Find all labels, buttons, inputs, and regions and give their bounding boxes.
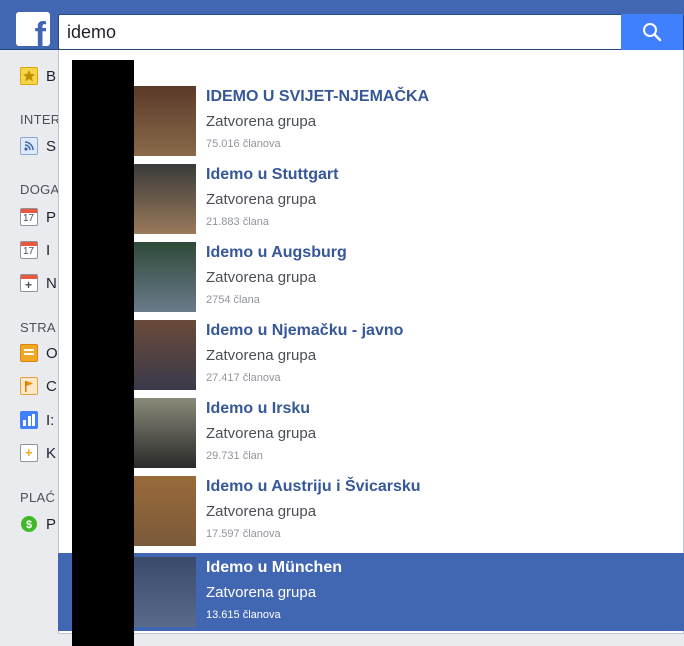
result-type: Zatvorena grupa (206, 269, 317, 286)
sidebar-section-heading: PLAĆ (20, 490, 56, 505)
result-title: Idemo u Augsburg (206, 244, 347, 261)
redaction-box (72, 60, 134, 646)
result-members: 13.615 članova (206, 609, 281, 621)
calendar-icon: 17 (20, 208, 38, 226)
group-thumbnail (134, 476, 196, 546)
list-item[interactable]: Idemo u Augsburg Zatvorena grupa 2754 čl… (58, 238, 684, 316)
result-title: Idemo u Stuttgart (206, 166, 339, 183)
result-title: IDEMO U SVIJET-NJEMAČKA (206, 88, 430, 105)
result-title: Idemo u Njemačku - javno (206, 322, 404, 339)
page-icon (20, 344, 38, 362)
list-item[interactable]: Idemo u Austriju i Švicarsku Zatvorena g… (58, 472, 684, 550)
sidebar-section-heading: STRA (20, 320, 56, 335)
result-type: Zatvorena grupa (206, 425, 317, 442)
rss-icon (20, 137, 38, 155)
result-type: Zatvorena grupa (206, 191, 317, 208)
list-item[interactable]: Idemo u Stuttgart Zatvorena grupa 21.883… (58, 160, 684, 238)
group-thumbnail (134, 557, 196, 627)
sidebar-item-events-3[interactable]: + N (20, 273, 57, 293)
search-input[interactable] (59, 15, 621, 49)
facebook-logo-icon[interactable]: f (16, 12, 50, 46)
result-members: 29.731 član (206, 450, 263, 462)
svg-text:$: $ (26, 519, 32, 531)
top-bar: f (0, 0, 684, 50)
sidebar-item-feeds[interactable]: S (20, 136, 56, 156)
group-thumbnail (134, 164, 196, 234)
result-members: 27.417 članova (206, 372, 281, 384)
insights-icon (20, 411, 38, 429)
list-item-selected[interactable]: Idemo u München Zatvorena grupa 13.615 č… (58, 553, 684, 631)
result-members: 17.597 članova (206, 528, 281, 540)
result-type: Zatvorena grupa (206, 347, 317, 364)
create-page-icon: + (20, 444, 38, 462)
calendar-add-icon: + (20, 274, 38, 292)
list-item[interactable]: Idemo u Njemačku - javno Zatvorena grupa… (58, 316, 684, 394)
result-type: Zatvorena grupa (206, 503, 317, 520)
group-thumbnail (134, 398, 196, 468)
search-box (58, 14, 684, 50)
list-item[interactable]: IDEMO U SVIJET-NJEMAČKA Zatvorena grupa … (58, 82, 684, 160)
result-type: Zatvorena grupa (206, 584, 317, 601)
sidebar-item-pages-4[interactable]: + K (20, 443, 56, 463)
sidebar-item-pages-3[interactable]: I: (20, 410, 54, 430)
search-button[interactable] (621, 14, 683, 50)
sidebar-item-events-2[interactable]: 17 I (20, 240, 50, 260)
result-members: 21.883 člana (206, 216, 269, 228)
star-icon (20, 67, 38, 85)
result-title: Idemo u Irsku (206, 400, 311, 417)
payments-icon: $ (20, 515, 38, 533)
sidebar-section-heading: DOGA (20, 182, 60, 197)
search-icon (643, 23, 662, 42)
result-members: 2754 člana (206, 294, 260, 306)
sidebar-section-heading: INTER (20, 112, 61, 127)
sidebar-item-bookmark[interactable]: B (20, 66, 56, 86)
sidebar-item-payments[interactable]: $ P (20, 514, 56, 534)
list-item[interactable]: Idemo u Irsku Zatvorena grupa 29.731 čla… (58, 394, 684, 472)
sidebar-item-pages-2[interactable]: C (20, 376, 57, 396)
result-members: 75.016 članova (206, 138, 281, 150)
calendar-icon: 17 (20, 241, 38, 259)
sidebar-item-events-1[interactable]: 17 P (20, 207, 56, 227)
result-title: Idemo u München (206, 559, 342, 576)
sidebar-item-pages-1[interactable]: O (20, 343, 58, 363)
result-type: Zatvorena grupa (206, 113, 317, 130)
result-title: Idemo u Austriju i Švicarsku (206, 478, 421, 495)
flag-icon (20, 377, 38, 395)
group-thumbnail (134, 242, 196, 312)
group-thumbnail (134, 86, 196, 156)
group-thumbnail (134, 320, 196, 390)
